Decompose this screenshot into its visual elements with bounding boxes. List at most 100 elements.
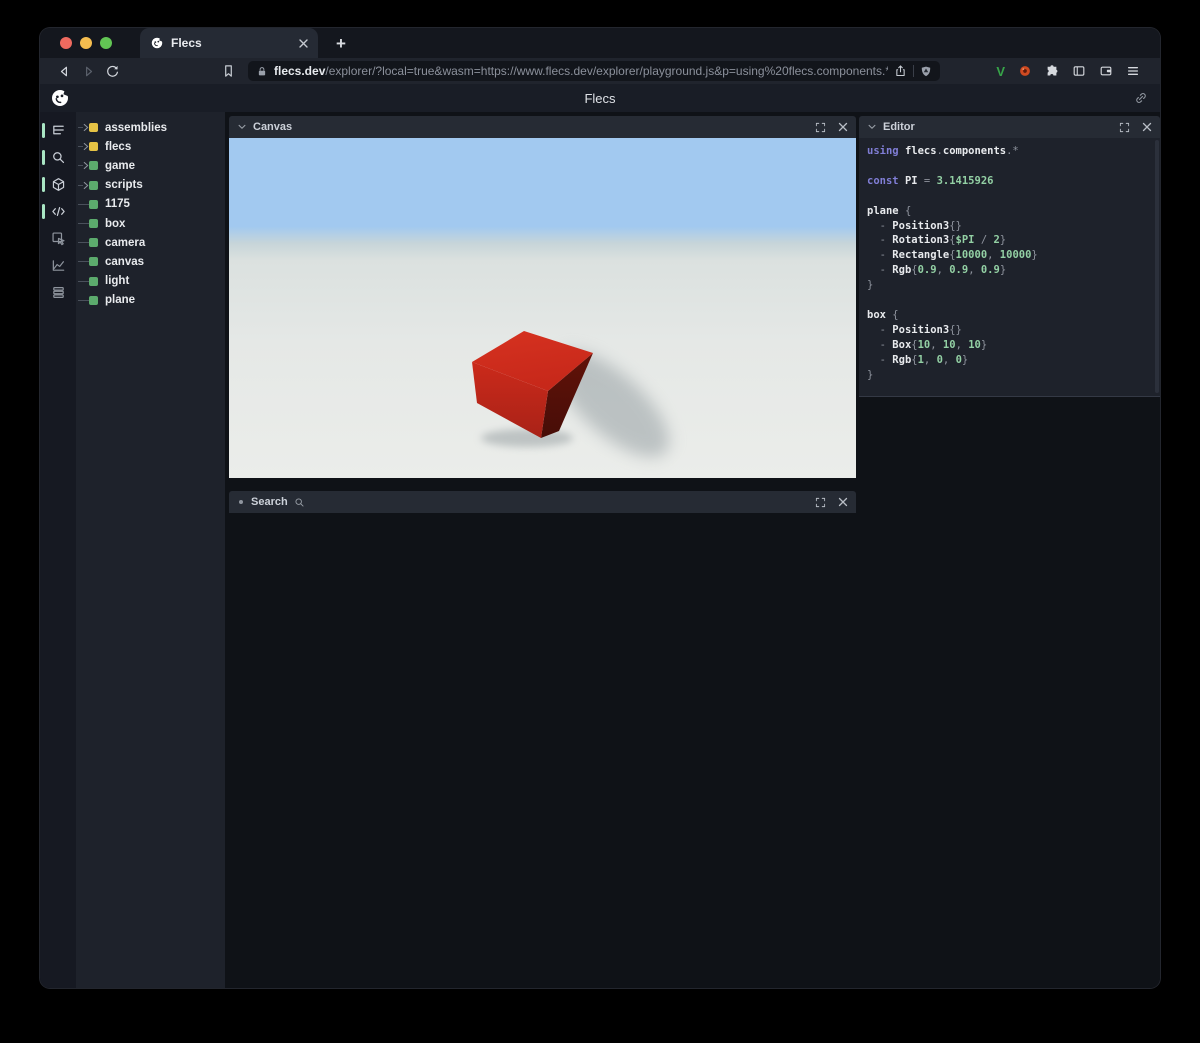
module-square-icon (89, 123, 98, 133)
browser-tab[interactable]: Flecs (140, 28, 318, 58)
browser-window: Flecs + flecs.dev/explorer/?local=true&w… (40, 28, 1160, 988)
extension-icons: V (996, 64, 1148, 79)
share-link-icon[interactable] (1134, 91, 1148, 110)
tree-item-label: box (105, 217, 126, 230)
share-icon[interactable] (894, 64, 907, 78)
editor-scrollbar[interactable] (1155, 140, 1159, 393)
bookmark-icon[interactable] (216, 60, 240, 82)
entity-square-icon (89, 295, 98, 305)
reload-icon[interactable] (100, 60, 124, 82)
app-header: Flecs (40, 84, 1160, 112)
tree-item-canvas[interactable]: canvas (76, 252, 225, 271)
tree-item-label: 1175 (105, 198, 130, 211)
entity-square-icon (89, 219, 98, 229)
active-indicator (42, 123, 45, 138)
collapsed-indicator-dot (239, 500, 243, 504)
entity-square-icon (89, 238, 98, 248)
orange-extension-icon[interactable] (1018, 64, 1032, 78)
editor-code: using flecs.components.* const PI = 3.14… (867, 145, 1038, 381)
3d-scene (472, 331, 670, 458)
chevron-down-icon (868, 124, 876, 129)
sidebar-toggle-icon[interactable] (1072, 64, 1086, 78)
brave-shield-icon[interactable] (920, 65, 932, 78)
stack-icon[interactable] (40, 279, 76, 306)
code-editor[interactable]: using flecs.components.* const PI = 3.14… (859, 138, 1160, 397)
tree-item-label: camera (105, 236, 146, 249)
url-bar[interactable]: flecs.dev/explorer/?local=true&wasm=http… (248, 61, 940, 81)
fullscreen-icon[interactable] (815, 122, 826, 133)
icon-rail (40, 112, 76, 988)
module-square-icon (89, 142, 98, 152)
tree-item-label: light (105, 275, 130, 288)
tree-item-label: assemblies (105, 121, 168, 134)
entity-tree: assemblies flecs game scripts 1175 box camera c… (76, 112, 225, 988)
entity-square-icon (89, 199, 98, 209)
lock-icon (258, 66, 266, 75)
active-indicator (42, 177, 45, 192)
tree-item-scripts[interactable]: scripts (76, 176, 225, 195)
close-window-button[interactable] (60, 37, 72, 49)
tree-item-1175[interactable]: 1175 (76, 195, 225, 214)
wallet-icon[interactable] (1099, 64, 1113, 78)
tab-bar: Flecs + (40, 28, 1160, 58)
magnifier-icon (295, 497, 304, 507)
extensions-puzzle-icon[interactable] (1045, 64, 1059, 78)
close-panel-icon[interactable] (838, 122, 848, 132)
back-icon[interactable] (52, 60, 76, 82)
url-host: flecs.dev (274, 64, 326, 78)
code-icon[interactable] (40, 198, 76, 225)
tree-item-camera[interactable]: camera (76, 233, 225, 252)
cube-icon[interactable] (40, 171, 76, 198)
entity-square-icon (89, 161, 98, 171)
active-indicator (42, 204, 45, 219)
tree-item-assemblies[interactable]: assemblies (76, 118, 225, 137)
close-panel-icon[interactable] (838, 497, 848, 507)
active-indicator (42, 150, 45, 165)
page-title: Flecs (584, 90, 616, 106)
new-tab-button[interactable]: + (336, 35, 346, 52)
chevron-down-icon (238, 124, 246, 129)
inspector-icon[interactable] (40, 225, 76, 252)
search-panel-header[interactable]: Search (229, 491, 856, 513)
traffic-lights (40, 37, 112, 49)
main-area: Canvas Search Editor using flecs.compone… (225, 112, 1160, 988)
url-text: flecs.dev/explorer/?local=true&wasm=http… (274, 64, 888, 78)
minimize-window-button[interactable] (80, 37, 92, 49)
close-panel-icon[interactable] (1142, 122, 1152, 132)
editor-panel: Editor using flecs.components.* const PI… (859, 116, 1160, 397)
tree-item-flecs[interactable]: flecs (76, 137, 225, 156)
tree-item-label: canvas (105, 255, 145, 268)
fullscreen-icon[interactable] (1119, 122, 1130, 133)
navigation-bar: flecs.dev/explorer/?local=true&wasm=http… (40, 58, 1160, 84)
close-tab-icon[interactable] (299, 38, 308, 48)
tree-item-label: flecs (105, 140, 132, 153)
entity-square-icon (89, 276, 98, 286)
canvas-panel-header[interactable]: Canvas (229, 116, 856, 138)
search-panel-title: Search (251, 496, 288, 508)
3d-viewport[interactable] (229, 138, 856, 478)
entity-square-icon (89, 257, 98, 267)
search-icon[interactable] (40, 144, 76, 171)
forward-icon[interactable] (76, 60, 100, 82)
tree-item-label: scripts (105, 179, 143, 192)
url-path: /explorer/?local=true&wasm=https://www.f… (325, 64, 888, 78)
editor-panel-header[interactable]: Editor (859, 116, 1160, 138)
divider (913, 65, 914, 77)
tree-item-label: plane (105, 294, 136, 307)
entity-square-icon (89, 180, 98, 190)
box-contact-shadow (481, 429, 573, 447)
chart-icon[interactable] (40, 252, 76, 279)
tree-item-plane[interactable]: plane (76, 291, 225, 310)
outliner-icon[interactable] (40, 117, 76, 144)
flecs-logo (50, 88, 70, 113)
app-content: assemblies flecs game scripts 1175 box camera c… (40, 112, 1160, 988)
tree-item-label: game (105, 159, 136, 172)
v-extension-icon[interactable]: V (996, 64, 1005, 79)
tree-item-light[interactable]: light (76, 272, 225, 291)
tree-item-box[interactable]: box (76, 214, 225, 233)
flecs-favicon (151, 37, 163, 49)
tree-item-game[interactable]: game (76, 156, 225, 175)
menu-icon[interactable] (1126, 64, 1140, 78)
fullscreen-icon[interactable] (815, 497, 826, 508)
zoom-window-button[interactable] (100, 37, 112, 49)
